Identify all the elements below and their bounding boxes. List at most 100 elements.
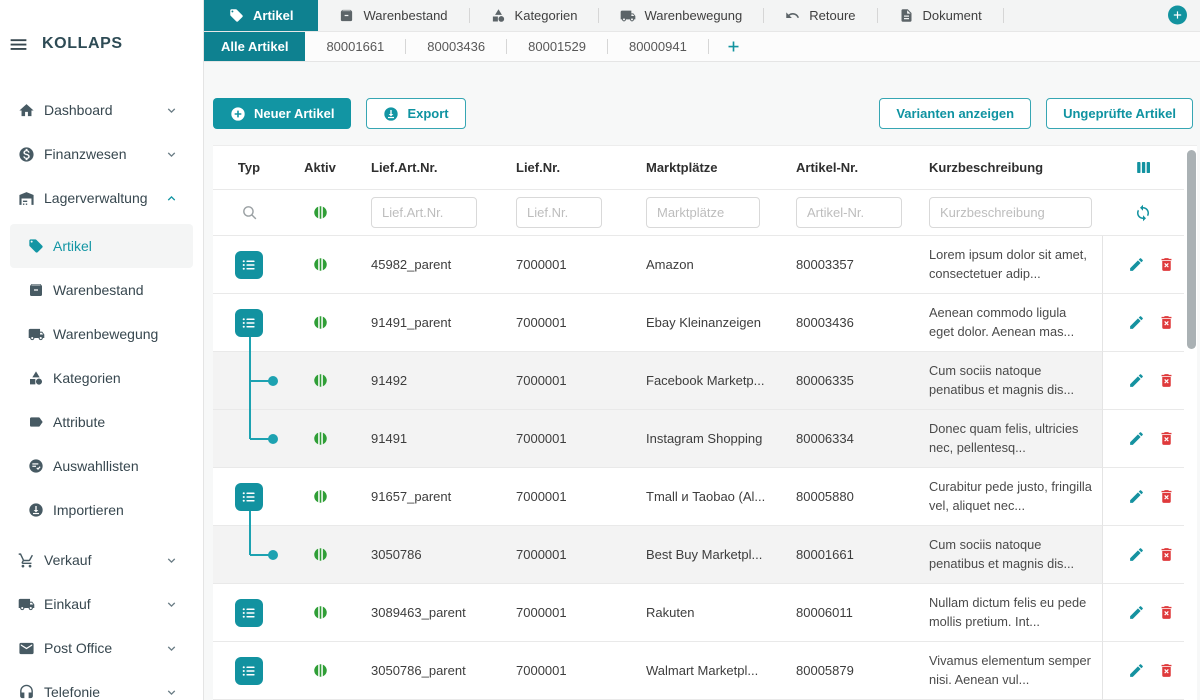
cell-marktplatz: Rakuten	[630, 584, 780, 642]
edit-icon[interactable]	[1128, 256, 1145, 273]
tab-alle-artikel[interactable]: Alle Artikel	[204, 32, 305, 61]
tab-article-80001661[interactable]: 80001661	[305, 32, 405, 61]
sidebar-item-dashboard[interactable]: Dashboard	[0, 88, 203, 132]
table-row: 45982_parent 7000001 Amazon 80003357 Lor…	[213, 236, 1197, 294]
edit-icon[interactable]	[1128, 662, 1145, 679]
scroll-gutter	[1184, 468, 1197, 526]
edit-icon[interactable]	[1128, 488, 1145, 505]
delete-icon[interactable]	[1158, 604, 1175, 621]
sidebar-item-verkauf[interactable]: Verkauf	[0, 538, 203, 582]
scroll-gutter	[1184, 526, 1197, 584]
cell-actions	[1102, 584, 1184, 642]
varianten-anzeigen-button[interactable]: Varianten anzeigen	[879, 98, 1031, 129]
tab-label: Warenbestand	[363, 8, 447, 23]
edit-icon[interactable]	[1128, 430, 1145, 447]
tab-retoure[interactable]: Retoure	[764, 0, 876, 31]
cell-typ	[213, 642, 285, 700]
home-icon	[18, 102, 35, 119]
expand-children-icon[interactable]	[235, 309, 263, 337]
filter-marktplaetze-input[interactable]	[646, 197, 760, 228]
delete-icon[interactable]	[1158, 256, 1175, 273]
sidebar-item-label: Warenbestand	[53, 282, 144, 298]
ungepruefte-artikel-button[interactable]: Ungeprüfte Artikel	[1046, 98, 1193, 129]
sidebar-item-warenbewegung[interactable]: Warenbewegung	[0, 312, 203, 356]
sidebar-item-finanzwesen[interactable]: Finanzwesen	[0, 132, 203, 176]
sidebar-item-telefonie[interactable]: Telefonie	[0, 670, 203, 700]
cell-actions	[1102, 642, 1184, 700]
category-icon	[28, 370, 44, 386]
cell-actions	[1102, 468, 1184, 526]
sidebar-nav: Dashboard Finanzwesen Lagerverwaltung Ar…	[0, 88, 203, 700]
edit-icon[interactable]	[1128, 546, 1145, 563]
hamburger-menu-icon[interactable]	[8, 34, 29, 55]
sidebar-item-importieren[interactable]: Importieren	[0, 488, 203, 532]
active-toggle-icon[interactable]	[313, 205, 328, 220]
cell-lief-nr: 7000001	[500, 642, 630, 700]
cell-lief-art-nr: 91491	[355, 410, 500, 468]
cell-kurzbeschreibung: Donec quam felis, ultricies nec, pellent…	[913, 410, 1102, 468]
tab-article-80001529[interactable]: 80001529	[507, 32, 607, 61]
expand-children-icon[interactable]	[235, 483, 263, 511]
table-row: 91491_parent 7000001 Ebay Kleinanzeigen …	[213, 294, 1197, 352]
filter-lief-nr-input[interactable]	[516, 197, 602, 228]
filter-cell	[500, 190, 630, 236]
refresh-icon[interactable]	[1134, 204, 1152, 222]
sidebar-bottom-group: Verkauf Einkauf Post Office Telefonie	[0, 538, 203, 700]
cell-lief-nr: 7000001	[500, 410, 630, 468]
tab-article-80003436[interactable]: 80003436	[406, 32, 506, 61]
sidebar-item-lagerverwaltung[interactable]: Lagerverwaltung	[0, 176, 203, 220]
edit-icon[interactable]	[1128, 372, 1145, 389]
add-module-tab-button[interactable]	[1168, 6, 1187, 25]
sidebar-item-label: Artikel	[53, 238, 92, 254]
vertical-scrollbar-thumb[interactable]	[1187, 150, 1196, 349]
tab-warenbewegung[interactable]: Warenbewegung	[599, 0, 763, 31]
sidebar-item-artikel[interactable]: Artikel	[10, 224, 193, 268]
sidebar-item-attribute[interactable]: Attribute	[0, 400, 203, 444]
article-tab-bar: Alle Artikel 80001661 80003436 80001529 …	[204, 32, 1200, 62]
delete-icon[interactable]	[1158, 662, 1175, 679]
delete-icon[interactable]	[1158, 488, 1175, 505]
sidebar-item-auswahllisten[interactable]: Auswahllisten	[0, 444, 203, 488]
search-icon[interactable]	[241, 204, 258, 221]
tab-warenbestand[interactable]: Warenbestand	[318, 0, 468, 31]
cell-lief-art-nr: 3050786	[355, 526, 500, 584]
sidebar-item-kategorien[interactable]: Kategorien	[0, 356, 203, 400]
delete-icon[interactable]	[1158, 546, 1175, 563]
return-arrow-icon	[785, 8, 800, 23]
expand-children-icon[interactable]	[235, 251, 263, 279]
expand-children-icon[interactable]	[235, 599, 263, 627]
add-article-tab-button[interactable]	[726, 32, 741, 61]
tab-dokument[interactable]: Dokument	[878, 0, 1003, 31]
tab-article-80000941[interactable]: 80000941	[608, 32, 708, 61]
finance-icon	[18, 146, 35, 163]
filter-kurzbeschreibung-input[interactable]	[929, 197, 1092, 228]
tab-artikel[interactable]: Artikel	[204, 0, 318, 31]
cell-artikel-nr: 80003436	[780, 294, 913, 352]
delete-icon[interactable]	[1158, 430, 1175, 447]
filter-cell	[780, 190, 913, 236]
neuer-artikel-button[interactable]: Neuer Artikel	[213, 98, 351, 129]
tree-line	[249, 409, 251, 439]
edit-icon[interactable]	[1128, 604, 1145, 621]
tree-line	[249, 525, 251, 555]
column-chooser-icon[interactable]	[1134, 158, 1153, 177]
sidebar-item-post-office[interactable]: Post Office	[0, 626, 203, 670]
cell-lief-art-nr: 3050786_parent	[355, 642, 500, 700]
truck-icon	[28, 326, 44, 342]
tree-node-dot	[268, 434, 278, 444]
tree-node-dot	[268, 550, 278, 560]
cell-actions	[1102, 352, 1184, 410]
filter-lief-art-nr-input[interactable]	[371, 197, 477, 228]
active-status-icon	[313, 663, 328, 678]
delete-icon[interactable]	[1158, 314, 1175, 331]
filter-artikel-nr-input[interactable]	[796, 197, 902, 228]
tab-kategorien[interactable]: Kategorien	[470, 0, 599, 31]
edit-icon[interactable]	[1128, 314, 1145, 331]
expand-children-icon[interactable]	[235, 657, 263, 685]
sidebar-item-warenbestand[interactable]: Warenbestand	[0, 268, 203, 312]
table-header-row: Typ Aktiv Lief.Art.Nr. Lief.Nr. Marktplä…	[213, 146, 1197, 190]
sidebar-item-einkauf[interactable]: Einkauf	[0, 582, 203, 626]
delete-icon[interactable]	[1158, 372, 1175, 389]
header-kurzbeschreibung: Kurzbeschreibung	[913, 146, 1102, 190]
export-button[interactable]: Export	[366, 98, 465, 129]
